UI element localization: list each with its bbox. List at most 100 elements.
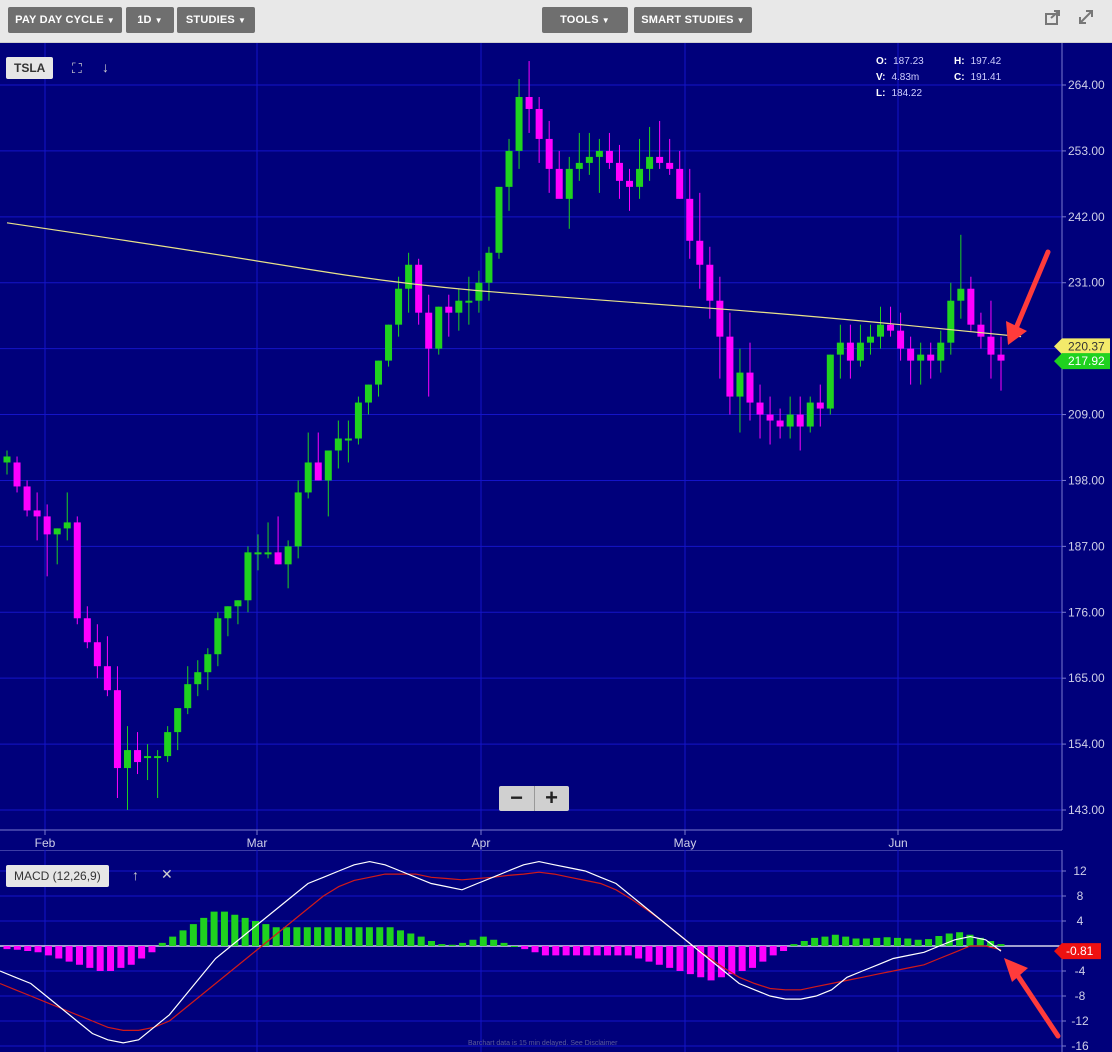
y-tick-label: 143.00 [1068, 803, 1105, 817]
studies-button[interactable]: STUDIES ▼ [177, 7, 255, 33]
candle-body [776, 420, 784, 427]
fullscreen-icon[interactable]: ⛶ [72, 60, 82, 77]
zoom-in-button[interactable]: + [534, 786, 569, 811]
histogram-bar-up [883, 937, 891, 946]
candle-body [716, 300, 724, 337]
expand-icon[interactable] [1074, 8, 1098, 32]
candle-body [344, 438, 352, 441]
arrow-up-icon[interactable]: ↑ [132, 867, 139, 883]
histogram-bar-down [562, 946, 570, 956]
candle-body [164, 732, 172, 757]
candle-body [967, 288, 975, 325]
candle-body [626, 180, 634, 187]
candle-body [354, 402, 362, 439]
histogram-bar-down [666, 946, 674, 968]
smart-studies-label: SMART STUDIES [641, 14, 734, 26]
histogram-bar-up [831, 934, 839, 946]
histogram-bar-up [396, 930, 404, 946]
y-tick-label: 253.00 [1068, 144, 1105, 158]
candle-body [957, 288, 965, 301]
candle-body [766, 414, 774, 421]
candle-body [736, 372, 744, 397]
zoom-control: − + [499, 786, 569, 811]
histogram-bar-up [790, 944, 798, 946]
histogram-bar-down [676, 946, 684, 971]
histogram-bar-down [717, 946, 725, 978]
histogram-bar-down [96, 946, 104, 971]
histogram-bar-up [945, 933, 953, 946]
candle-body [706, 264, 714, 301]
histogram-bar-down [117, 946, 125, 968]
candle-body [284, 546, 292, 565]
candle-body [997, 354, 1005, 361]
macd-study-label[interactable]: MACD (12,26,9) [6, 865, 109, 887]
histogram-bar-down [13, 946, 21, 950]
x-tick-label: Jun [888, 836, 907, 850]
histogram-bar-up [800, 941, 808, 946]
candle-body [636, 168, 644, 187]
pay-day-cycle-label: PAY DAY CYCLE [15, 14, 104, 26]
y-tick-label: 154.00 [1068, 737, 1105, 751]
y-tick-label: 198.00 [1068, 473, 1105, 487]
arrow-down-icon[interactable]: ↓ [102, 59, 109, 75]
candle-body [676, 168, 684, 199]
symbol-label[interactable]: TSLA [6, 57, 54, 79]
candle-body [686, 198, 694, 241]
close-value: 191.41 [970, 72, 1002, 83]
interval-button[interactable]: 1D ▼ [126, 7, 174, 33]
zoom-out-button[interactable]: − [499, 786, 535, 811]
histogram-bar-up [293, 927, 301, 946]
candle-body [595, 150, 603, 157]
candle-body [174, 708, 182, 733]
pay-day-cycle-button[interactable]: PAY DAY CYCLE ▼ [8, 7, 122, 33]
candle-body [585, 156, 593, 163]
macd-tick-label: -12 [1071, 1014, 1089, 1028]
histogram-bar-down [624, 946, 632, 956]
macd-value-tag: -0.81 [1054, 943, 1101, 960]
candle-body [756, 402, 764, 415]
candle-body [846, 342, 854, 361]
ma-price-tag: 220.37 [1054, 338, 1110, 355]
smart-studies-button[interactable]: SMART STUDIES ▼ [634, 7, 752, 33]
histogram-bar-down [148, 946, 156, 953]
open-value: 187.23 [893, 56, 924, 67]
histogram-bar-down [86, 946, 94, 968]
candle-body [364, 384, 372, 403]
macd-tick-label: -8 [1075, 989, 1086, 1003]
histogram-bar-up [210, 911, 218, 946]
candle-body [535, 108, 543, 139]
y-tick-label: 231.00 [1068, 276, 1105, 290]
histogram-bar-up [914, 939, 922, 946]
histogram-bar-up [376, 927, 384, 946]
candle-up [385, 324, 393, 367]
candle-body [786, 414, 794, 427]
candle-body [385, 324, 393, 361]
candle-up [495, 186, 503, 259]
candle-body [334, 438, 342, 451]
histogram-bar-down [34, 946, 42, 953]
histogram-bar-up [365, 927, 373, 946]
macd-value-tag-text: -0.81 [1066, 944, 1094, 958]
histogram-bar-up [334, 927, 342, 946]
candle-body [495, 186, 503, 253]
histogram-bar-up [189, 924, 197, 946]
y-tick-label: 176.00 [1068, 605, 1105, 619]
ma-price-tag-text: 220.37 [1068, 339, 1105, 353]
candle-body [605, 150, 613, 163]
histogram-bar-up [303, 927, 311, 946]
tools-button[interactable]: TOOLS ▼ [542, 7, 628, 33]
caret-down-icon: ▼ [154, 16, 163, 25]
candle-body [324, 450, 332, 481]
histogram-bar-up [283, 927, 291, 946]
close-icon[interactable]: ✕ [161, 866, 173, 883]
histogram-bar-up [862, 938, 870, 946]
share-icon[interactable] [1041, 8, 1065, 32]
candle-body [465, 300, 473, 303]
histogram-bar-down [769, 946, 777, 956]
disclaimer-text: Barchart data is 15 min delayed. See Dis… [468, 1040, 618, 1047]
candle-body [234, 600, 242, 607]
candle-body [866, 336, 874, 343]
price-chart[interactable]: 264.00 253.00 242.00 231.00 209.00 198.00 187.… [0, 43, 1112, 850]
y-tick-label: 242.00 [1068, 210, 1105, 224]
candle-body [646, 156, 654, 169]
